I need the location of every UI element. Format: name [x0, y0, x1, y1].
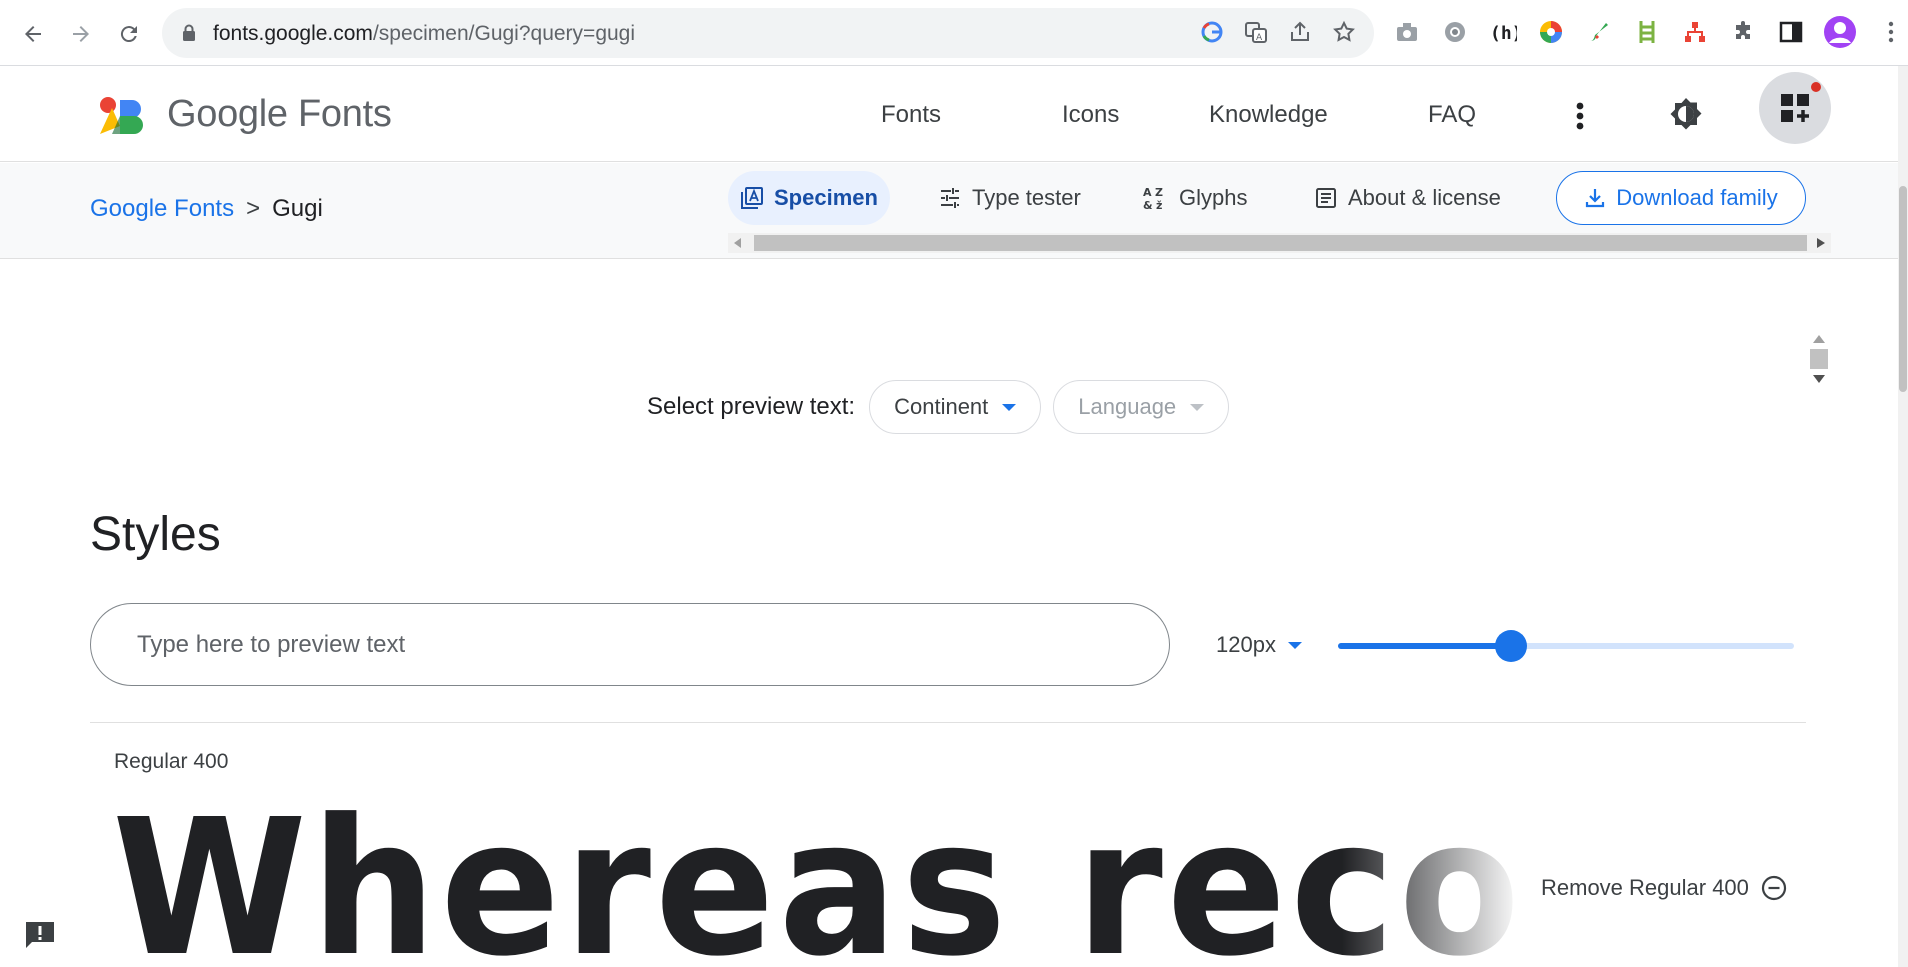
page-scrollbar-thumb[interactable]	[1899, 186, 1907, 392]
svg-text:(h): (h)	[1490, 23, 1517, 44]
ladder-extension-icon[interactable]	[1632, 17, 1662, 47]
google-g-icon[interactable]	[1200, 20, 1224, 44]
svg-text:A: A	[1143, 186, 1152, 199]
svg-text:A: A	[1256, 33, 1263, 43]
bookmark-star-icon[interactable]	[1332, 20, 1356, 44]
camera-extension-icon[interactable]	[1392, 17, 1422, 47]
dashboard-add-icon	[1781, 94, 1809, 122]
download-icon	[1586, 189, 1605, 208]
share-icon[interactable]	[1288, 20, 1312, 44]
scrollbar-thumb[interactable]	[754, 235, 1807, 251]
back-arrow-icon	[25, 26, 41, 42]
svg-text:Z: Z	[1155, 186, 1163, 199]
html-extension-icon[interactable]: (h)	[1488, 17, 1518, 47]
dropdown-caret-icon	[1287, 641, 1302, 649]
forward-arrow-icon	[73, 26, 89, 42]
breadcrumb: Google Fonts > Gugi	[90, 195, 323, 223]
specimen-toolbar: Google Fonts > Gugi Specimen Type tester A…	[0, 163, 1898, 383]
tabs-vertical-scrollbar[interactable]	[1808, 331, 1830, 387]
translate-icon[interactable]: A	[1244, 20, 1268, 44]
breadcrumb-root-link[interactable]: Google Fonts	[90, 195, 234, 222]
forward-button[interactable]	[62, 15, 100, 53]
specimen-fade-overlay	[1342, 795, 1522, 967]
profile-avatar-icon[interactable]	[1822, 14, 1858, 50]
color-picker-extension-icon[interactable]	[1536, 17, 1566, 47]
url-text: fonts.google.com/specimen/Gugi?query=gug…	[213, 22, 636, 45]
sitemap-extension-icon[interactable]	[1680, 17, 1710, 47]
back-button[interactable]	[14, 15, 52, 53]
google-fonts-logo-icon[interactable]	[98, 96, 146, 136]
app-menu-button[interactable]	[1759, 72, 1831, 144]
scroll-down-arrow-icon[interactable]	[1813, 375, 1825, 383]
side-panel-icon[interactable]	[1776, 17, 1806, 47]
nav-fonts[interactable]: Fonts	[881, 101, 941, 129]
more-vert-icon[interactable]	[1568, 98, 1592, 134]
remove-style-button[interactable]: Remove Regular 400	[1541, 875, 1787, 901]
style-specimen-preview[interactable]: Whereas recogr	[112, 795, 1522, 967]
continent-dropdown[interactable]: Continent	[869, 380, 1042, 434]
puzzle-extensions-icon[interactable]	[1728, 17, 1758, 47]
page-vertical-scrollbar[interactable]	[1898, 66, 1908, 967]
dropdown-caret-icon	[1002, 403, 1017, 411]
svg-text:&: &	[1143, 199, 1153, 211]
tab-specimen[interactable]: Specimen	[728, 171, 890, 225]
reload-icon	[120, 26, 137, 43]
address-bar[interactable]: fonts.google.com/specimen/Gugi?query=gug…	[162, 8, 1374, 58]
lock-icon	[183, 24, 195, 41]
notification-dot	[1811, 82, 1821, 92]
preview-text-label: Select preview text:	[647, 393, 856, 420]
feedback-icon[interactable]	[24, 920, 56, 950]
tune-icon	[941, 188, 959, 208]
breadcrumb-current: Gugi	[272, 195, 323, 222]
brush-extension-icon[interactable]	[1584, 17, 1614, 47]
tabs-horizontal-scrollbar[interactable]	[728, 233, 1831, 253]
preview-text-selector: Select preview text: Continent Language	[647, 380, 1230, 434]
divider	[90, 722, 1806, 723]
glyphs-icon: A Z& ž	[1143, 186, 1163, 211]
gear-extension-icon[interactable]	[1440, 17, 1470, 47]
style-name-label: Regular 400	[114, 750, 229, 773]
tab-glyphs[interactable]: A Z & ž Glyphs	[1131, 171, 1259, 225]
nav-icons[interactable]: Icons	[1062, 101, 1119, 129]
scroll-up-arrow-icon[interactable]	[1813, 335, 1825, 343]
specimen-icon	[741, 187, 763, 209]
styles-heading: Styles	[90, 508, 221, 561]
font-size-dropdown[interactable]: 120px	[1216, 632, 1302, 658]
preview-text-input[interactable]	[90, 603, 1170, 686]
font-size-slider[interactable]	[1338, 630, 1794, 662]
article-icon	[1316, 188, 1336, 208]
breadcrumb-separator: >	[246, 195, 261, 222]
theme-toggle-icon[interactable]	[1668, 96, 1704, 132]
slider-fill	[1338, 643, 1512, 649]
language-dropdown[interactable]: Language	[1053, 380, 1230, 434]
site-header: Google Fonts Fonts Icons Knowledge FAQ	[0, 66, 1898, 162]
svg-text:ž: ž	[1156, 199, 1162, 211]
slider-knob[interactable]	[1495, 630, 1528, 662]
specimen-text: Whereas recogr	[112, 795, 1522, 967]
remove-circle-icon	[1761, 875, 1787, 901]
tab-type-tester[interactable]: Type tester	[926, 171, 1093, 225]
dropdown-caret-icon	[1190, 403, 1205, 411]
scroll-right-arrow-icon[interactable]	[1817, 238, 1825, 248]
browser-toolbar: fonts.google.com/specimen/Gugi?query=gug…	[0, 0, 1908, 66]
nav-knowledge[interactable]: Knowledge	[1209, 101, 1328, 129]
scroll-left-arrow-icon[interactable]	[734, 238, 742, 248]
browser-menu-icon[interactable]	[1876, 17, 1906, 47]
download-family-button[interactable]: Download family	[1556, 171, 1806, 225]
tab-about-license[interactable]: About & license	[1302, 171, 1513, 225]
logo-text[interactable]: Google Fonts	[167, 93, 392, 136]
reload-button[interactable]	[110, 15, 148, 53]
nav-faq[interactable]: FAQ	[1428, 101, 1476, 129]
vertical-thumb[interactable]	[1810, 349, 1828, 369]
